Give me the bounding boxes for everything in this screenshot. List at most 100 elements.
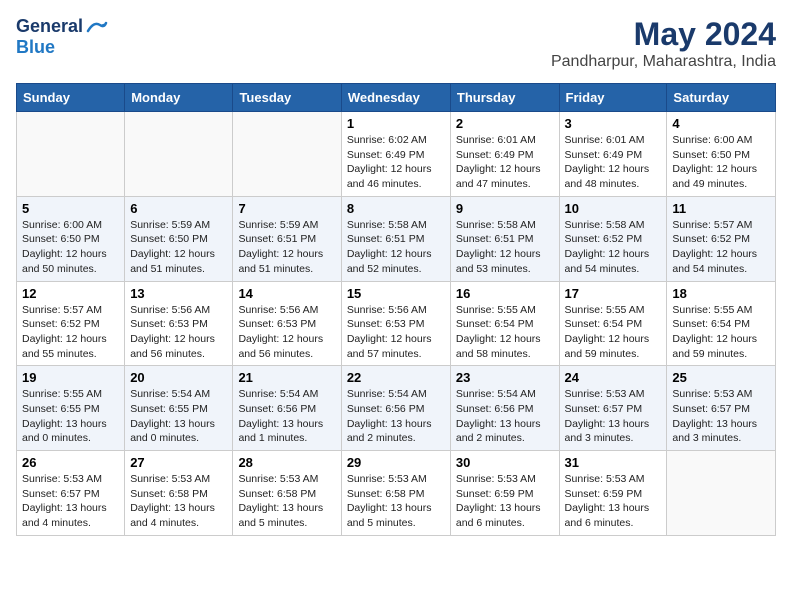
day-info: Sunrise: 5:54 AM Sunset: 6:55 PM Dayligh… <box>130 387 227 446</box>
weekday-header-friday: Friday <box>559 84 667 112</box>
day-info: Sunrise: 5:59 AM Sunset: 6:51 PM Dayligh… <box>238 218 335 277</box>
day-info: Sunrise: 5:54 AM Sunset: 6:56 PM Dayligh… <box>456 387 554 446</box>
calendar-cell: 13 Sunrise: 5:56 AM Sunset: 6:53 PM Dayli… <box>125 281 233 366</box>
day-number: 24 <box>565 370 662 385</box>
calendar-cell: 31 Sunrise: 5:53 AM Sunset: 6:59 PM Dayli… <box>559 451 667 536</box>
day-number: 14 <box>238 286 335 301</box>
day-number: 20 <box>130 370 227 385</box>
calendar-cell: 1Sunrise: 6:02 AM Sunset: 6:49 PM Daylig… <box>341 112 450 197</box>
weekday-header-saturday: Saturday <box>667 84 776 112</box>
day-number: 8 <box>347 201 445 216</box>
calendar-cell: 8 Sunrise: 5:58 AM Sunset: 6:51 PM Daylig… <box>341 196 450 281</box>
day-info: Sunrise: 6:01 AM Sunset: 6:49 PM Dayligh… <box>565 133 662 192</box>
day-info: Sunrise: 5:53 AM Sunset: 6:58 PM Dayligh… <box>238 472 335 531</box>
calendar-cell: 28Sunrise: 5:53 AM Sunset: 6:58 PM Dayli… <box>233 451 341 536</box>
day-info: Sunrise: 6:02 AM Sunset: 6:49 PM Dayligh… <box>347 133 445 192</box>
calendar-cell: 11 Sunrise: 5:57 AM Sunset: 6:52 PM Dayli… <box>667 196 776 281</box>
day-info: Sunrise: 6:00 AM Sunset: 6:50 PM Dayligh… <box>22 218 119 277</box>
day-info: Sunrise: 5:55 AM Sunset: 6:55 PM Dayligh… <box>22 387 119 446</box>
calendar-cell <box>17 112 125 197</box>
calendar-cell: 24Sunrise: 5:53 AM Sunset: 6:57 PM Dayli… <box>559 366 667 451</box>
day-number: 27 <box>130 455 227 470</box>
calendar-subtitle: Pandharpur, Maharashtra, India <box>551 53 776 71</box>
calendar-week-row: 1Sunrise: 6:02 AM Sunset: 6:49 PM Daylig… <box>17 112 776 197</box>
calendar-cell: 16 Sunrise: 5:55 AM Sunset: 6:54 PM Dayli… <box>450 281 559 366</box>
day-number: 31 <box>565 455 662 470</box>
calendar-cell <box>233 112 341 197</box>
title-block: May 2024 Pandharpur, Maharashtra, India <box>551 16 776 71</box>
calendar-cell: 14Sunrise: 5:56 AM Sunset: 6:53 PM Dayli… <box>233 281 341 366</box>
day-number: 23 <box>456 370 554 385</box>
day-number: 12 <box>22 286 119 301</box>
calendar-cell: 18 Sunrise: 5:55 AM Sunset: 6:54 PM Dayli… <box>667 281 776 366</box>
day-number: 10 <box>565 201 662 216</box>
calendar-cell: 2 Sunrise: 6:01 AM Sunset: 6:49 PM Daylig… <box>450 112 559 197</box>
day-number: 11 <box>672 201 770 216</box>
calendar-cell: 20 Sunrise: 5:54 AM Sunset: 6:55 PM Dayli… <box>125 366 233 451</box>
logo-bird-icon <box>86 19 108 35</box>
calendar-week-row: 26 Sunrise: 5:53 AM Sunset: 6:57 PM Dayli… <box>17 451 776 536</box>
calendar-week-row: 5 Sunrise: 6:00 AM Sunset: 6:50 PM Daylig… <box>17 196 776 281</box>
day-number: 15 <box>347 286 445 301</box>
calendar-cell: 29 Sunrise: 5:53 AM Sunset: 6:58 PM Dayli… <box>341 451 450 536</box>
calendar-cell: 22Sunrise: 5:54 AM Sunset: 6:56 PM Dayli… <box>341 366 450 451</box>
day-info: Sunrise: 5:53 AM Sunset: 6:59 PM Dayligh… <box>565 472 662 531</box>
day-number: 29 <box>347 455 445 470</box>
day-info: Sunrise: 5:57 AM Sunset: 6:52 PM Dayligh… <box>672 218 770 277</box>
calendar-cell: 9 Sunrise: 5:58 AM Sunset: 6:51 PM Daylig… <box>450 196 559 281</box>
day-info: Sunrise: 6:01 AM Sunset: 6:49 PM Dayligh… <box>456 133 554 192</box>
day-info: Sunrise: 5:53 AM Sunset: 6:57 PM Dayligh… <box>22 472 119 531</box>
day-info: Sunrise: 5:53 AM Sunset: 6:58 PM Dayligh… <box>347 472 445 531</box>
day-number: 26 <box>22 455 119 470</box>
day-number: 17 <box>565 286 662 301</box>
day-info: Sunrise: 6:00 AM Sunset: 6:50 PM Dayligh… <box>672 133 770 192</box>
day-number: 3 <box>565 116 662 131</box>
calendar-cell: 3 Sunrise: 6:01 AM Sunset: 6:49 PM Daylig… <box>559 112 667 197</box>
day-number: 21 <box>238 370 335 385</box>
day-number: 13 <box>130 286 227 301</box>
calendar-cell: 12 Sunrise: 5:57 AM Sunset: 6:52 PM Dayli… <box>17 281 125 366</box>
calendar-week-row: 12 Sunrise: 5:57 AM Sunset: 6:52 PM Dayli… <box>17 281 776 366</box>
day-number: 6 <box>130 201 227 216</box>
day-info: Sunrise: 5:58 AM Sunset: 6:52 PM Dayligh… <box>565 218 662 277</box>
calendar-cell: 21Sunrise: 5:54 AM Sunset: 6:56 PM Dayli… <box>233 366 341 451</box>
calendar-cell <box>125 112 233 197</box>
day-info: Sunrise: 5:58 AM Sunset: 6:51 PM Dayligh… <box>347 218 445 277</box>
day-info: Sunrise: 5:53 AM Sunset: 6:58 PM Dayligh… <box>130 472 227 531</box>
calendar-cell: 30 Sunrise: 5:53 AM Sunset: 6:59 PM Dayli… <box>450 451 559 536</box>
day-info: Sunrise: 5:55 AM Sunset: 6:54 PM Dayligh… <box>672 303 770 362</box>
calendar-cell: 10 Sunrise: 5:58 AM Sunset: 6:52 PM Dayli… <box>559 196 667 281</box>
day-info: Sunrise: 5:57 AM Sunset: 6:52 PM Dayligh… <box>22 303 119 362</box>
calendar-title: May 2024 <box>551 16 776 53</box>
calendar-cell: 7 Sunrise: 5:59 AM Sunset: 6:51 PM Daylig… <box>233 196 341 281</box>
calendar-cell: 4Sunrise: 6:00 AM Sunset: 6:50 PM Daylig… <box>667 112 776 197</box>
day-info: Sunrise: 5:55 AM Sunset: 6:54 PM Dayligh… <box>456 303 554 362</box>
day-info: Sunrise: 5:59 AM Sunset: 6:50 PM Dayligh… <box>130 218 227 277</box>
day-number: 30 <box>456 455 554 470</box>
calendar-cell: 17Sunrise: 5:55 AM Sunset: 6:54 PM Dayli… <box>559 281 667 366</box>
calendar-cell: 23 Sunrise: 5:54 AM Sunset: 6:56 PM Dayli… <box>450 366 559 451</box>
weekday-header-thursday: Thursday <box>450 84 559 112</box>
day-number: 18 <box>672 286 770 301</box>
day-number: 9 <box>456 201 554 216</box>
day-number: 2 <box>456 116 554 131</box>
logo: General Blue <box>16 16 108 58</box>
day-info: Sunrise: 5:53 AM Sunset: 6:59 PM Dayligh… <box>456 472 554 531</box>
day-number: 19 <box>22 370 119 385</box>
day-number: 5 <box>22 201 119 216</box>
day-info: Sunrise: 5:56 AM Sunset: 6:53 PM Dayligh… <box>130 303 227 362</box>
weekday-header-sunday: Sunday <box>17 84 125 112</box>
calendar-cell: 19 Sunrise: 5:55 AM Sunset: 6:55 PM Dayli… <box>17 366 125 451</box>
calendar-cell: 5 Sunrise: 6:00 AM Sunset: 6:50 PM Daylig… <box>17 196 125 281</box>
calendar-week-row: 19 Sunrise: 5:55 AM Sunset: 6:55 PM Dayli… <box>17 366 776 451</box>
day-info: Sunrise: 5:58 AM Sunset: 6:51 PM Dayligh… <box>456 218 554 277</box>
day-info: Sunrise: 5:56 AM Sunset: 6:53 PM Dayligh… <box>347 303 445 362</box>
day-number: 7 <box>238 201 335 216</box>
calendar-cell: 15 Sunrise: 5:56 AM Sunset: 6:53 PM Dayli… <box>341 281 450 366</box>
day-number: 16 <box>456 286 554 301</box>
day-info: Sunrise: 5:53 AM Sunset: 6:57 PM Dayligh… <box>672 387 770 446</box>
weekday-header-row: SundayMondayTuesdayWednesdayThursdayFrid… <box>17 84 776 112</box>
calendar-cell <box>667 451 776 536</box>
weekday-header-wednesday: Wednesday <box>341 84 450 112</box>
calendar-cell: 27 Sunrise: 5:53 AM Sunset: 6:58 PM Dayli… <box>125 451 233 536</box>
